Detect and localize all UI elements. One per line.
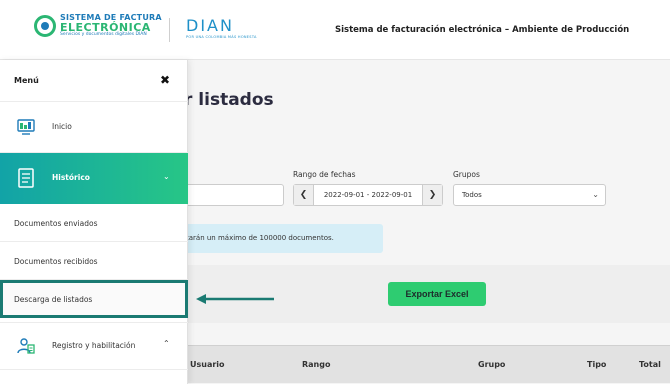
- close-icon[interactable]: ✖: [160, 73, 170, 87]
- column-header-usuario[interactable]: Usuario: [190, 360, 225, 369]
- logo-divider: [169, 18, 170, 42]
- dashboard-icon: [16, 117, 36, 137]
- chevron-left-icon[interactable]: ❮: [294, 185, 314, 205]
- user-input[interactable]: [184, 184, 284, 206]
- dian-word: DIAN: [186, 16, 234, 35]
- sidebar-item-inicio[interactable]: Inicio: [0, 102, 188, 153]
- sidebar-item-registro[interactable]: Registro y habilitación ⌃: [0, 322, 188, 370]
- sidebar-item-label: Documentos enviados: [14, 219, 98, 228]
- column-header-rango[interactable]: Rango: [302, 360, 330, 369]
- registration-icon: [16, 336, 36, 356]
- document-list-icon: [16, 168, 36, 188]
- sidebar-subitem-descarga-listados[interactable]: Descarga de listados: [0, 280, 188, 318]
- chevron-down-icon: ⌄: [592, 190, 599, 199]
- date-range-picker[interactable]: ❮ 2022-09-01 - 2022-09-01 ❯: [293, 184, 443, 206]
- export-excel-button[interactable]: Exportar Excel: [388, 282, 486, 306]
- environment-title: Sistema de facturación electrónica – Amb…: [335, 25, 630, 35]
- dian-logo: DIAN POR UNA COLOMBIA MÁS HONESTA: [186, 18, 257, 40]
- chevron-up-icon: ⌃: [163, 339, 170, 348]
- column-header-grupo[interactable]: Grupo: [478, 360, 505, 369]
- groups-label: Grupos: [453, 170, 480, 179]
- sidebar-menu: Menú ✖ Inicio Histórico ⌄ Documentos env…: [0, 60, 188, 384]
- factura-electronica-logo[interactable]: SISTEMA DE FACTURA ELECTRÓNICA Servicios…: [34, 14, 162, 38]
- sidebar-item-label: Documentos recibidos: [14, 257, 98, 266]
- info-alert: tarán un máximo de 100000 documentos.: [184, 224, 383, 253]
- column-header-tipo[interactable]: Tipo: [587, 360, 606, 369]
- logo-line3: Servicios y documentos digitales DIAN: [60, 32, 147, 37]
- chevron-down-icon: ⌄: [163, 172, 170, 181]
- sidebar-item-label: Registro y habilitación: [52, 341, 136, 350]
- menu-header: Menú ✖: [0, 60, 188, 102]
- date-range-label: Rango de fechas: [293, 170, 356, 179]
- date-range-value[interactable]: 2022-09-01 - 2022-09-01: [314, 191, 422, 199]
- sidebar-item-label: Descarga de listados: [14, 295, 93, 304]
- app-header: SISTEMA DE FACTURA ELECTRÓNICA Servicios…: [0, 0, 670, 60]
- sidebar-subitem-enviados[interactable]: Documentos enviados: [0, 204, 188, 242]
- results-table-header: Usuario Rango Grupo Tipo Total: [184, 345, 670, 383]
- globe-icon: [34, 14, 56, 37]
- sidebar-item-label: Histórico: [52, 173, 90, 182]
- page-title: r listados: [184, 90, 274, 110]
- groups-select[interactable]: Todos ⌄: [453, 184, 606, 206]
- chevron-right-icon[interactable]: ❯: [422, 185, 442, 205]
- sidebar-item-historico[interactable]: Histórico ⌄: [0, 153, 188, 204]
- column-header-total[interactable]: Total: [639, 360, 661, 369]
- groups-select-value: Todos: [462, 191, 482, 199]
- sidebar-subitem-recibidos[interactable]: Documentos recibidos: [0, 242, 188, 280]
- annotation-arrow-icon: [196, 294, 274, 304]
- dian-tagline: POR UNA COLOMBIA MÁS HONESTA: [186, 35, 257, 39]
- menu-title: Menú: [14, 76, 39, 85]
- sidebar-item-label: Inicio: [52, 122, 72, 131]
